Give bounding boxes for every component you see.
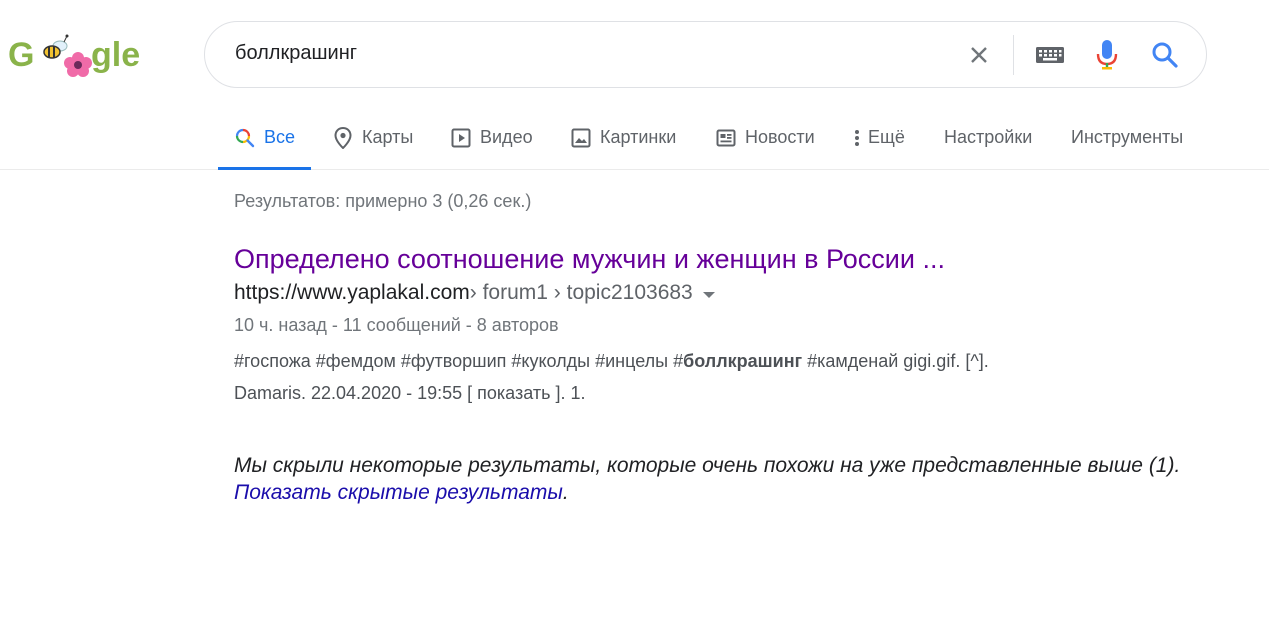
search-icon <box>234 127 256 149</box>
show-hidden-results-link[interactable]: Показать скрытые результаты <box>234 481 563 504</box>
search-result: Определено соотношение мужчин и женщин в… <box>234 243 1134 409</box>
tab-maps[interactable]: Карты <box>332 106 413 169</box>
search-tabs: Все Карты Видео Картинки Новости Ещё Нас… <box>0 106 1269 170</box>
tab-images[interactable]: Картинки <box>570 106 676 169</box>
svg-text:gle: gle <box>91 36 140 74</box>
snippet-text: #камденай gigi.gif. [^]. <box>802 351 989 371</box>
tab-label: Настройки <box>944 127 1033 147</box>
close-icon[interactable] <box>963 39 995 71</box>
tab-label: Инструменты <box>1071 127 1184 147</box>
tab-label: Ещё <box>868 127 905 147</box>
tab-more[interactable]: Ещё <box>852 106 905 169</box>
tab-settings[interactable]: Настройки <box>944 106 1032 169</box>
result-url-host: https://www.yaplakal.com <box>234 281 470 304</box>
result-stats: Результатов: примерно 3 (0,26 сек.) <box>234 191 532 211</box>
result-url: https://www.yaplakal.com › forum1 › topi… <box>234 280 1134 306</box>
tab-label: Новости <box>745 127 815 147</box>
keyboard-icon[interactable] <box>1034 39 1066 71</box>
tab-tools[interactable]: Инструменты <box>1071 106 1183 169</box>
news-icon <box>715 127 737 149</box>
mic-icon[interactable] <box>1091 39 1123 71</box>
omitted-results-notice: Мы скрыли некоторые результаты, которые … <box>234 452 1214 506</box>
bee-icon <box>43 34 69 59</box>
tab-label: Все <box>264 127 296 147</box>
omitted-trail: . <box>562 481 569 504</box>
more-vertical-icon <box>852 127 862 149</box>
image-icon <box>570 127 592 149</box>
flower-icon <box>64 52 92 77</box>
google-doodle-logo[interactable]: G gle <box>8 30 140 78</box>
search-icon[interactable] <box>1149 39 1181 71</box>
svg-text:G: G <box>8 36 34 74</box>
search-divider <box>1013 35 1014 75</box>
tab-label: Картинки <box>600 127 677 147</box>
snippet-line2: Damaris. 22.04.2020 - 19:55 [ показать ]… <box>234 383 586 403</box>
snippet-text: #госпожа #фемдом #футворшип #куколды #ин… <box>234 351 684 371</box>
search-box[interactable]: боллкрашинг <box>204 21 1207 88</box>
tab-video[interactable]: Видео <box>450 106 533 169</box>
tab-label: Карты <box>362 127 414 147</box>
snippet-highlight: боллкрашинг <box>683 351 803 371</box>
omitted-text: Мы скрыли некоторые результаты, которые … <box>234 454 1181 477</box>
map-pin-icon <box>332 126 354 149</box>
result-title-link[interactable]: Определено соотношение мужчин и женщин в… <box>234 243 1134 275</box>
video-icon <box>450 127 472 149</box>
search-input[interactable]: боллкрашинг <box>235 42 357 65</box>
result-snippet: #госпожа #фемдом #футворшип #куколды #ин… <box>234 345 1134 409</box>
result-meta: 10 ч. назад - 11 сообщений - 8 авторов <box>234 315 559 335</box>
chevron-down-icon[interactable] <box>702 291 715 298</box>
tab-label: Видео <box>480 127 533 147</box>
result-url-path: › forum1 › topic2103683 <box>469 281 693 304</box>
tab-all[interactable]: Все <box>217 106 312 170</box>
tab-news[interactable]: Новости <box>715 106 815 169</box>
